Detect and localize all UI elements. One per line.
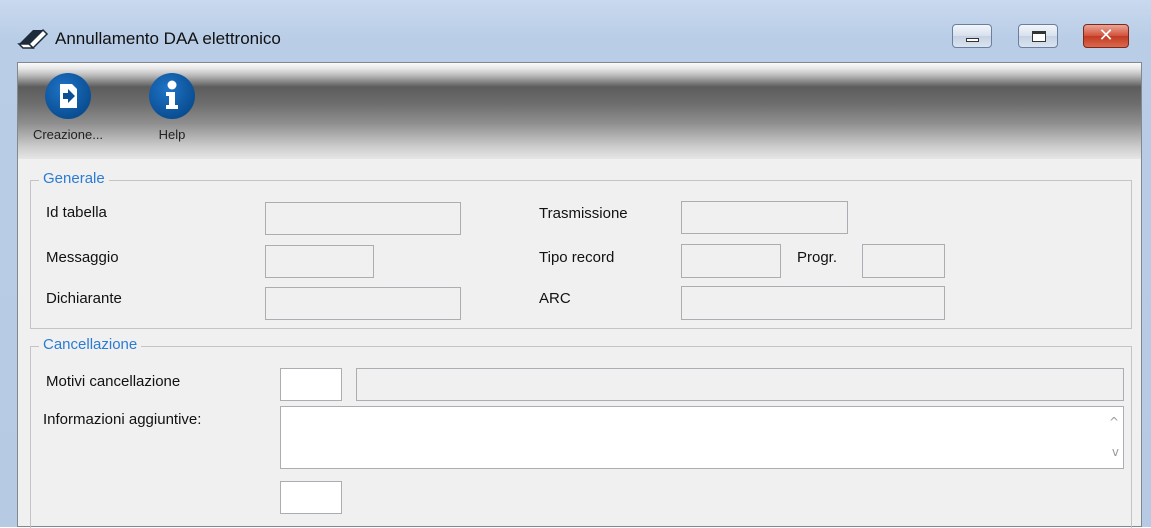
maximize-button[interactable] [1018, 24, 1058, 48]
trasmissione-label: Trasmissione [539, 205, 628, 222]
messaggio-label: Messaggio [46, 249, 119, 266]
motivi-cancellazione-label: Motivi cancellazione [46, 373, 181, 390]
id-tabella-label: Id tabella [46, 204, 107, 221]
dichiarante-label: Dichiarante [46, 290, 122, 307]
trasmissione-field[interactable] [681, 201, 848, 234]
dichiarante-field[interactable] [265, 287, 461, 320]
cancellazione-legend: Cancellazione [39, 336, 142, 353]
close-icon: ✕ [1098, 25, 1114, 46]
informazioni-aggiuntive-textarea[interactable]: ^ v [280, 406, 1124, 469]
client-area: Creazione... Help Generale Id tabella Me… [17, 62, 1142, 528]
progr-label: Progr. [797, 249, 838, 266]
informazioni-aggiuntive-label: Informazioni aggiuntive: [43, 411, 202, 428]
tipo-record-field[interactable] [681, 244, 781, 278]
document-arrow-icon [45, 73, 91, 119]
arc-field[interactable] [681, 286, 945, 320]
window-title: Annullamento DAA elettronico [55, 29, 281, 48]
scroll-down-icon[interactable]: v [1112, 445, 1119, 459]
scroll-up-icon[interactable]: ^ [1109, 415, 1119, 429]
id-tabella-field[interactable] [265, 202, 461, 235]
close-button[interactable]: ✕ [1083, 24, 1129, 48]
tipo-record-label: Tipo record [539, 249, 615, 266]
info-icon [149, 73, 195, 119]
minimize-button[interactable] [952, 24, 992, 48]
generale-group: Generale Id tabella Messaggio Dichiarant… [30, 170, 1132, 329]
minimize-icon [966, 38, 979, 42]
create-button[interactable]: Creazione... [28, 73, 108, 153]
help-button[interactable]: Help [142, 73, 202, 153]
motivi-code-field[interactable] [280, 368, 342, 401]
arc-label: ARC [539, 290, 571, 307]
progr-field[interactable] [862, 244, 945, 278]
maximize-icon [1032, 31, 1046, 42]
window-frame: Annullamento DAA elettronico ✕ Creazione… [0, 0, 1151, 528]
title-bar[interactable]: Annullamento DAA elettronico ✕ [0, 0, 1151, 62]
toolbar: Creazione... Help [18, 63, 1141, 159]
messaggio-field[interactable] [265, 245, 374, 278]
eraser-icon [17, 26, 49, 50]
help-button-label: Help [158, 127, 186, 142]
cancellazione-group: Cancellazione Motivi cancellazione Infor… [30, 336, 1132, 528]
create-button-label: Creazione... [32, 127, 104, 142]
motivi-description-field[interactable] [356, 368, 1124, 401]
generale-legend: Generale [39, 170, 109, 187]
extra-field[interactable] [280, 481, 342, 514]
